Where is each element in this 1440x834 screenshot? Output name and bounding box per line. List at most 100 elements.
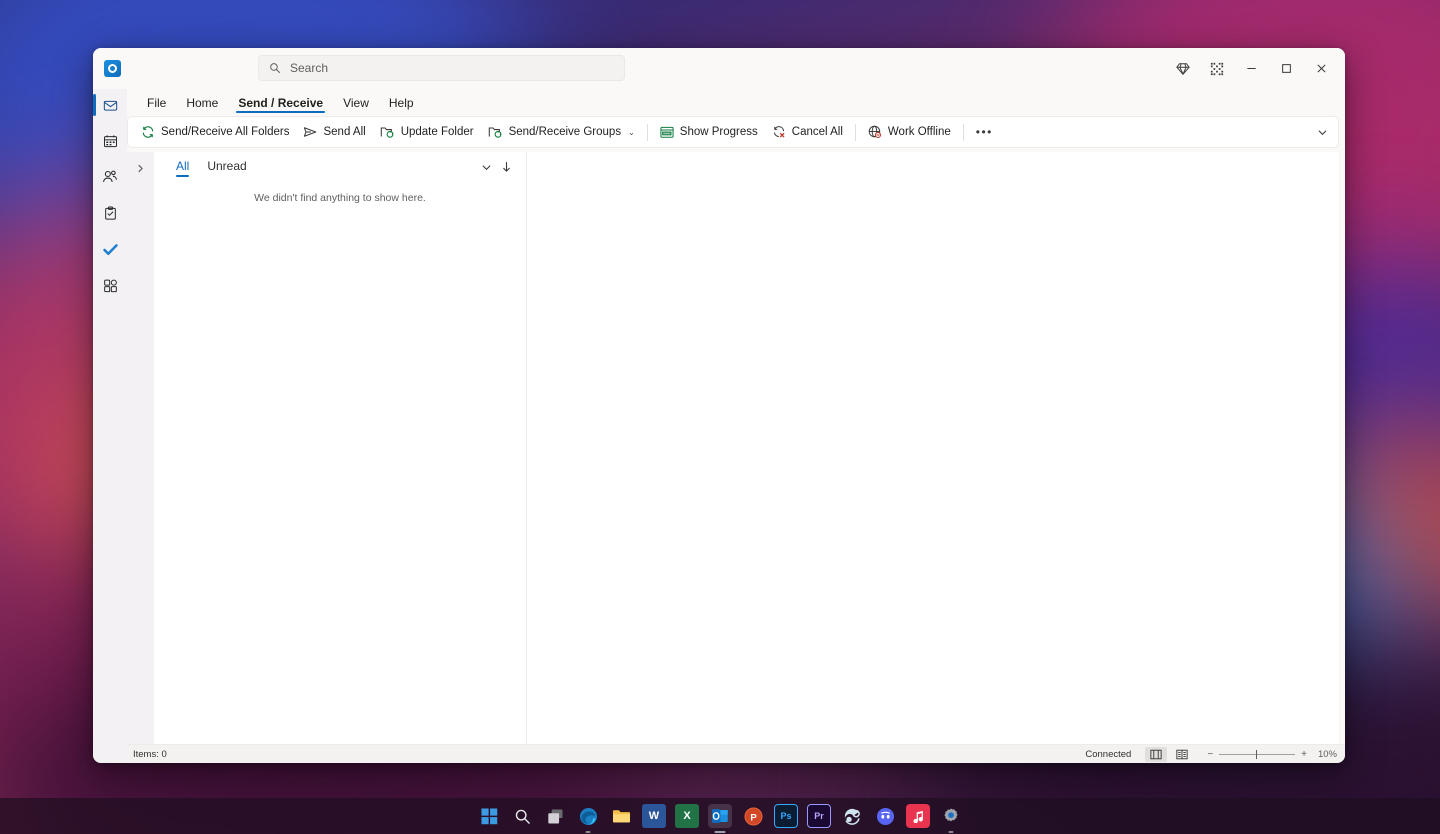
cancel-all-button[interactable]: Cancel All	[765, 120, 850, 144]
window-body: File Home Send / Receive View Help	[93, 89, 1345, 763]
cancel-all-label: Cancel All	[792, 126, 843, 138]
search-taskbar-icon[interactable]	[510, 804, 534, 828]
send-all-label: Send All	[323, 126, 365, 138]
tab-home[interactable]: Home	[176, 96, 228, 113]
sidebar-item-people[interactable]	[93, 163, 127, 191]
premiere-icon[interactable]: Pr	[807, 804, 831, 828]
ellipsis-icon: •••	[976, 125, 993, 139]
diamond-icon[interactable]	[1166, 54, 1200, 84]
work-offline-button[interactable]: Work Offline	[861, 120, 958, 144]
task-view-icon[interactable]	[543, 804, 567, 828]
cancel-sync-icon	[772, 125, 786, 139]
steam-icon[interactable]	[840, 804, 864, 828]
send-receive-all-folders-button[interactable]: Send/Receive All Folders	[134, 120, 296, 144]
ribbon-toolbar: Send/Receive All Folders Send All	[127, 116, 1339, 148]
word-icon[interactable]: W	[642, 804, 666, 828]
chevron-down-icon: ⌄	[628, 128, 635, 137]
excel-icon[interactable]: X	[675, 804, 699, 828]
zoom-slider[interactable]	[1219, 754, 1295, 755]
normal-view-button[interactable]	[1145, 747, 1167, 762]
pivot-all[interactable]: All	[170, 156, 195, 179]
start-button[interactable]	[477, 804, 501, 828]
tab-file[interactable]: File	[137, 96, 176, 113]
sort-down-arrow-icon[interactable]	[496, 157, 516, 177]
zoom-control: − + 10%	[1207, 749, 1337, 760]
ribbon-tabs: File Home Send / Receive View Help	[127, 89, 1345, 113]
edge-icon[interactable]	[576, 804, 600, 828]
main-content: All Unread	[127, 148, 1345, 744]
search-icon	[269, 62, 281, 74]
title-bar: Search	[93, 48, 1345, 89]
send-receive-groups-label: Send/Receive Groups	[509, 126, 622, 138]
outlook-taskbar-icon[interactable]	[708, 804, 732, 828]
tab-view[interactable]: View	[333, 96, 379, 113]
update-folder-button[interactable]: Update Folder	[373, 120, 481, 144]
qr-grid-icon[interactable]	[1200, 54, 1234, 84]
chevron-down-icon[interactable]	[476, 157, 496, 177]
search-input[interactable]: Search	[258, 55, 625, 81]
excel-letter: X	[683, 810, 690, 822]
zoom-slider-thumb[interactable]	[1256, 750, 1258, 759]
photoshop-icon[interactable]: Ps	[774, 804, 798, 828]
connection-status-label: Connected	[1085, 749, 1131, 760]
powerpoint-icon[interactable]: P	[741, 804, 765, 828]
message-list-pane: All Unread	[154, 152, 526, 744]
send-receive-groups-button[interactable]: Send/Receive Groups ⌄	[481, 120, 642, 144]
title-bar-controls	[1166, 48, 1345, 89]
work-offline-label: Work Offline	[888, 126, 951, 138]
ribbon-and-content: File Home Send / Receive View Help	[127, 89, 1345, 763]
update-folder-label: Update Folder	[401, 126, 474, 138]
ribbon-separator	[647, 124, 648, 141]
folder-sync-icon	[380, 125, 395, 139]
tab-send-receive[interactable]: Send / Receive	[228, 96, 333, 113]
ribbon-separator	[855, 124, 856, 141]
globe-offline-icon	[868, 125, 882, 139]
maximize-button[interactable]	[1269, 48, 1304, 89]
chevron-right-icon[interactable]	[136, 164, 145, 744]
reading-pane	[526, 152, 1339, 744]
zoom-out-button[interactable]: −	[1207, 749, 1213, 760]
folder-groups-sync-icon	[488, 125, 503, 139]
photoshop-letters: Ps	[780, 811, 791, 821]
show-progress-button[interactable]: Show Progress	[653, 120, 765, 144]
minimize-button[interactable]	[1234, 48, 1269, 89]
sidebar-item-tasks[interactable]	[93, 199, 127, 227]
sidebar-item-calendar[interactable]	[93, 127, 127, 155]
app-rail	[93, 89, 127, 763]
send-all-button[interactable]: Send All	[296, 120, 372, 144]
ribbon-overflow-button[interactable]: •••	[969, 120, 1000, 144]
outlook-app-logo	[95, 60, 129, 77]
music-icon[interactable]	[906, 804, 930, 828]
sidebar-item-apps[interactable]	[93, 271, 127, 299]
premiere-letters: Pr	[814, 811, 824, 821]
pivot-unread[interactable]: Unread	[201, 156, 252, 179]
search-placeholder: Search	[290, 61, 328, 75]
items-count-label: Items: 0	[133, 749, 167, 760]
folder-pane-collapsed[interactable]	[127, 152, 154, 744]
collapse-ribbon-button[interactable]	[1312, 122, 1332, 142]
sidebar-item-mail[interactable]	[93, 91, 127, 119]
word-letter: W	[649, 810, 659, 822]
send-paper-plane-icon	[303, 125, 317, 139]
progress-window-icon	[660, 126, 674, 139]
desktop: Search	[0, 0, 1440, 834]
status-bar: Items: 0 Connected	[127, 744, 1345, 763]
send-receive-all-folders-label: Send/Receive All Folders	[161, 126, 289, 138]
discord-icon[interactable]	[873, 804, 897, 828]
zoom-in-button[interactable]: +	[1301, 749, 1307, 760]
taskbar: W X P Ps Pr	[0, 798, 1440, 834]
sidebar-item-todo[interactable]	[93, 235, 127, 263]
empty-state-message: We didn't find anything to show here.	[154, 192, 526, 204]
svg-text:P: P	[750, 812, 757, 823]
settings-icon[interactable]	[939, 804, 963, 828]
message-list-header: All Unread	[154, 152, 526, 182]
outlook-window: Search	[93, 48, 1345, 763]
sync-circle-icon	[141, 125, 155, 139]
tab-help[interactable]: Help	[379, 96, 424, 113]
zoom-level-label: 10%	[1313, 749, 1337, 760]
ribbon-separator	[963, 124, 964, 141]
close-button[interactable]	[1304, 48, 1339, 89]
show-progress-label: Show Progress	[680, 126, 758, 138]
file-explorer-icon[interactable]	[609, 804, 633, 828]
reading-view-button[interactable]	[1171, 747, 1193, 762]
